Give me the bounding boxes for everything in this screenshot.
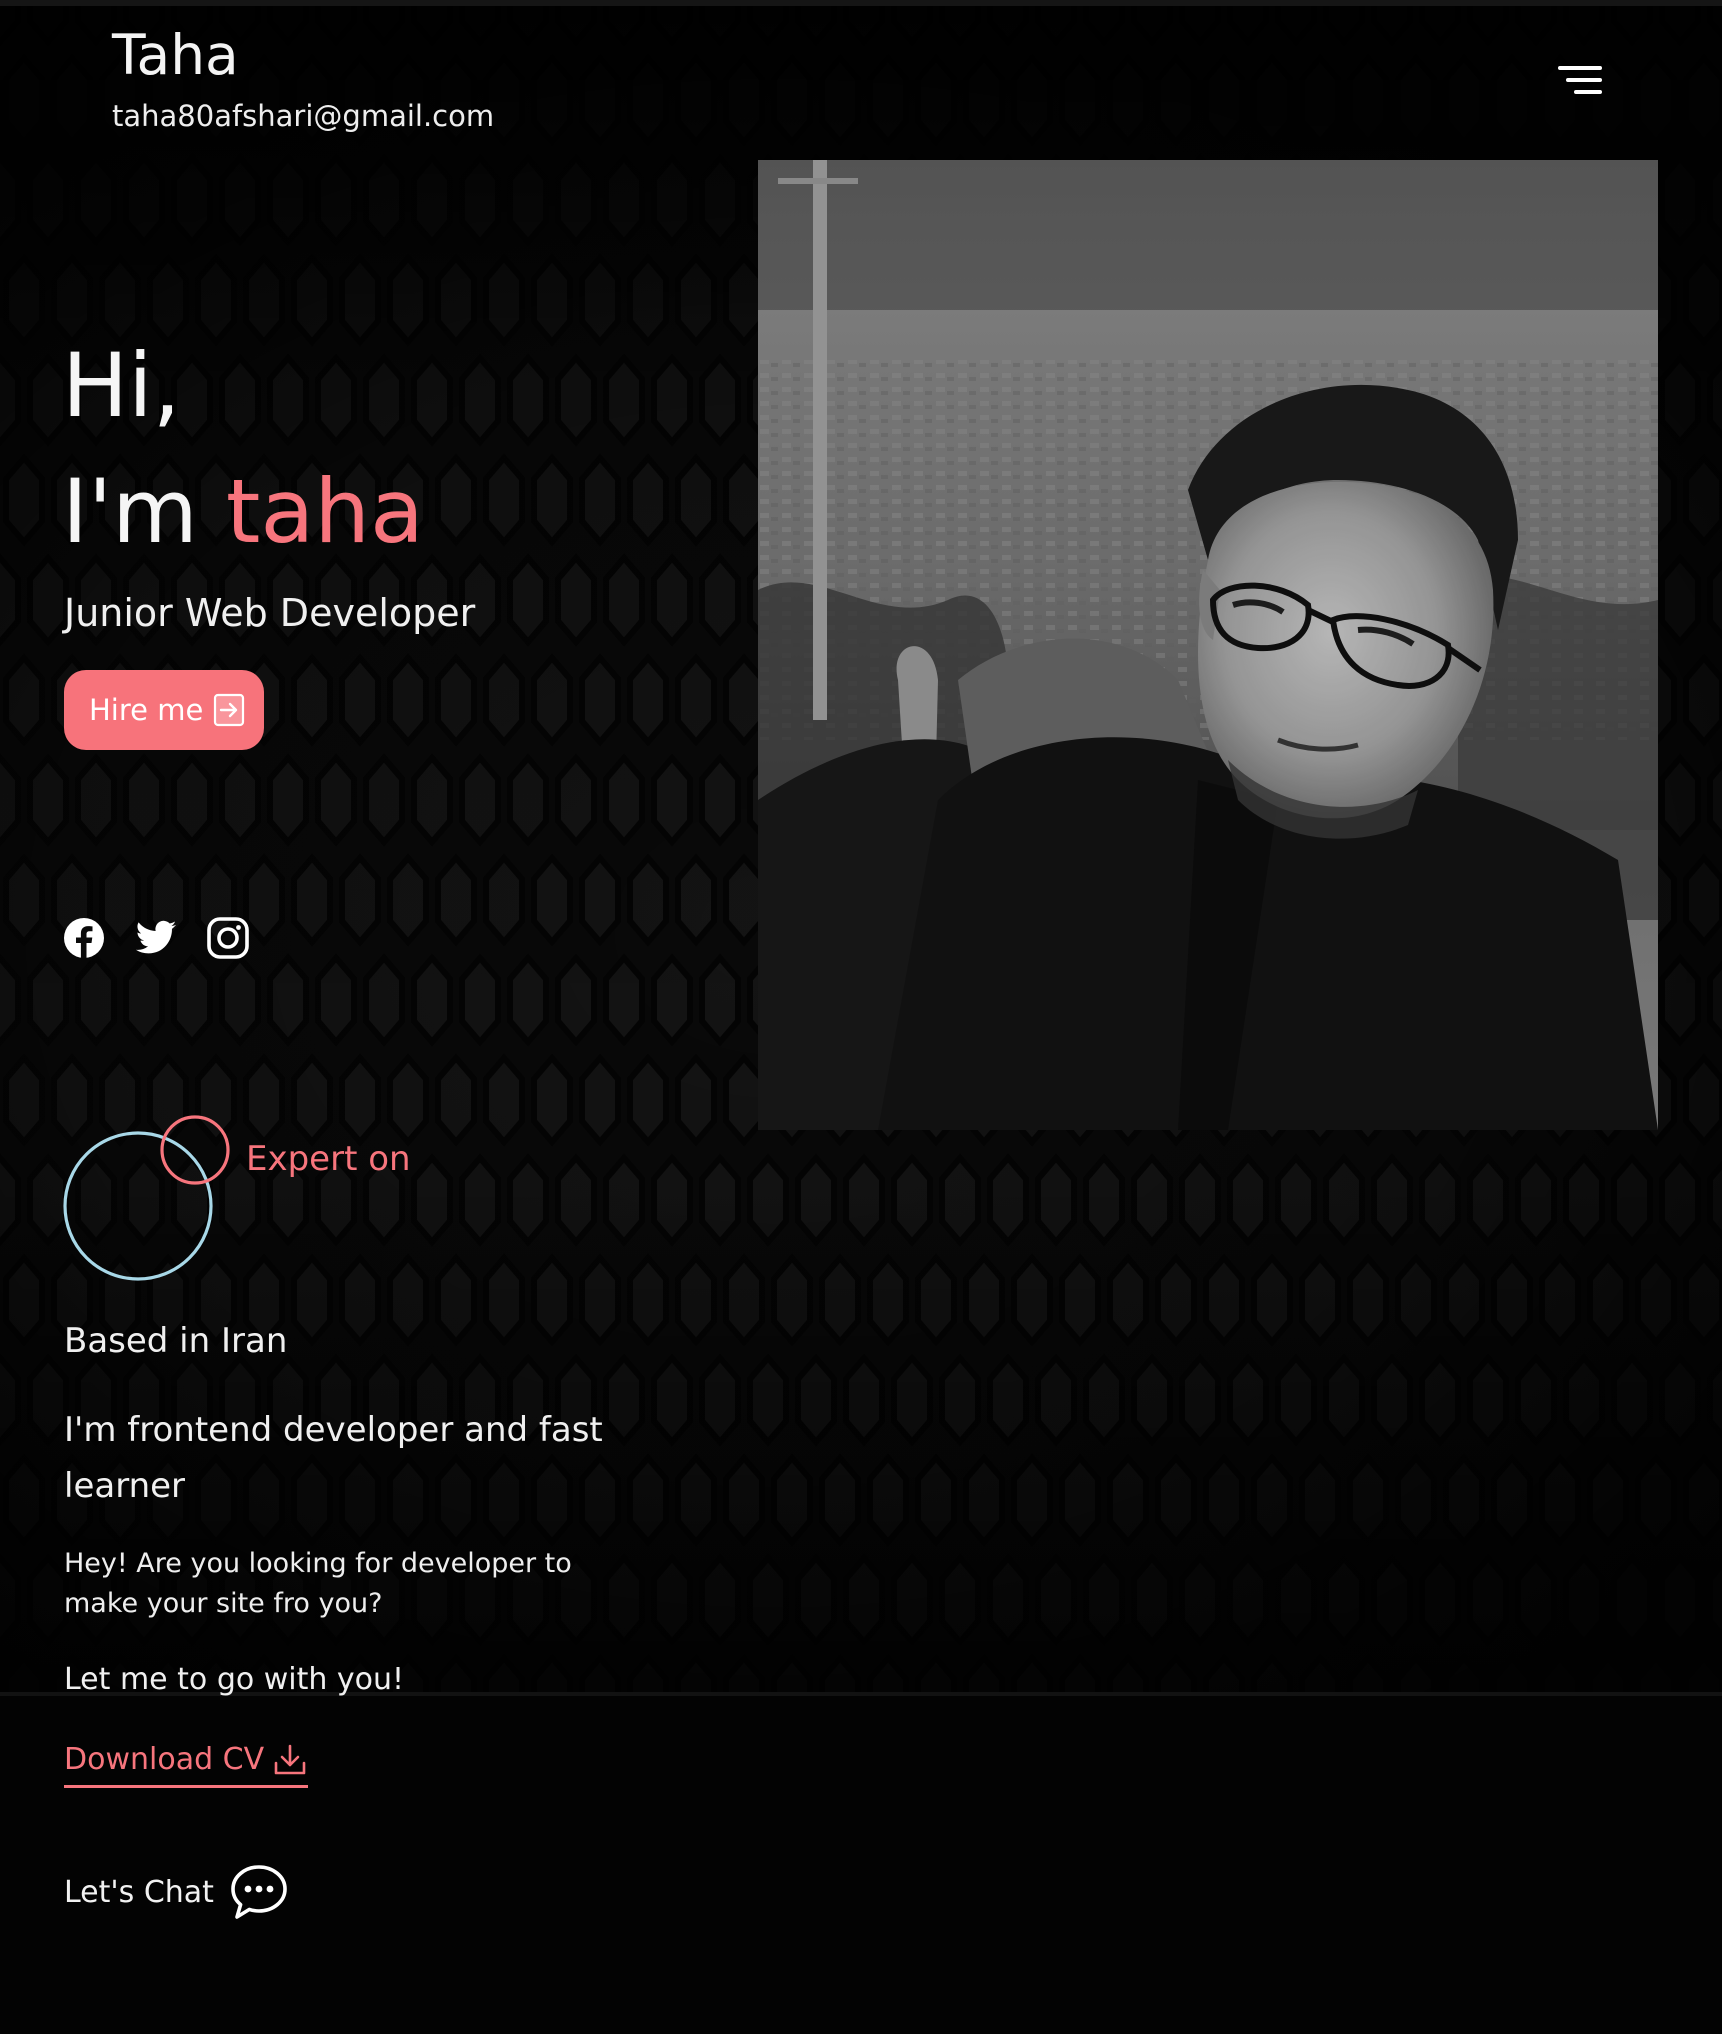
hero-intro-prefix: I'm [62, 460, 226, 563]
download-cv-link[interactable]: Download CV [64, 1738, 309, 1788]
arrow-right-box-icon [213, 693, 245, 727]
brand-name[interactable]: Taha [112, 22, 239, 88]
hire-me-button[interactable]: Hire me [64, 670, 264, 750]
hero-intro: I'm taha [62, 452, 424, 572]
download-icon [272, 1743, 308, 1777]
portfolio-page: Taha taha80afshari@gmail.com Hi, I'm tah… [0, 0, 1722, 2034]
about-pitch: Hey! Are you looking for developer to ma… [64, 1548, 572, 1619]
facebook-icon[interactable] [62, 916, 106, 960]
top-strip [0, 0, 1722, 6]
download-cv-label: Download CV [64, 1742, 265, 1777]
expert-rings-graphic [62, 1112, 242, 1282]
chat-bubble-icon [228, 1862, 290, 1922]
lets-chat-button[interactable]: Let's Chat [64, 1860, 290, 1924]
brand-email[interactable]: taha80afshari@gmail.com [112, 96, 494, 136]
hire-me-label: Hire me [89, 693, 204, 727]
portrait-photo [758, 160, 1658, 1130]
hamburger-menu-icon[interactable] [1552, 62, 1602, 98]
hero-role: Junior Web Developer [64, 591, 476, 635]
about-headline: I'm frontend developer and fast learner [64, 1410, 603, 1506]
location-text: Based in Iran [64, 1321, 288, 1361]
hero-greeting: Hi, [62, 334, 181, 437]
expert-on-label: Expert on [246, 1139, 411, 1179]
cta-text: Let me to go with you! [64, 1662, 405, 1697]
hero-intro-name: taha [225, 460, 424, 563]
lets-chat-label: Let's Chat [64, 1874, 214, 1910]
twitter-icon[interactable] [134, 916, 178, 960]
instagram-icon[interactable] [206, 916, 250, 960]
